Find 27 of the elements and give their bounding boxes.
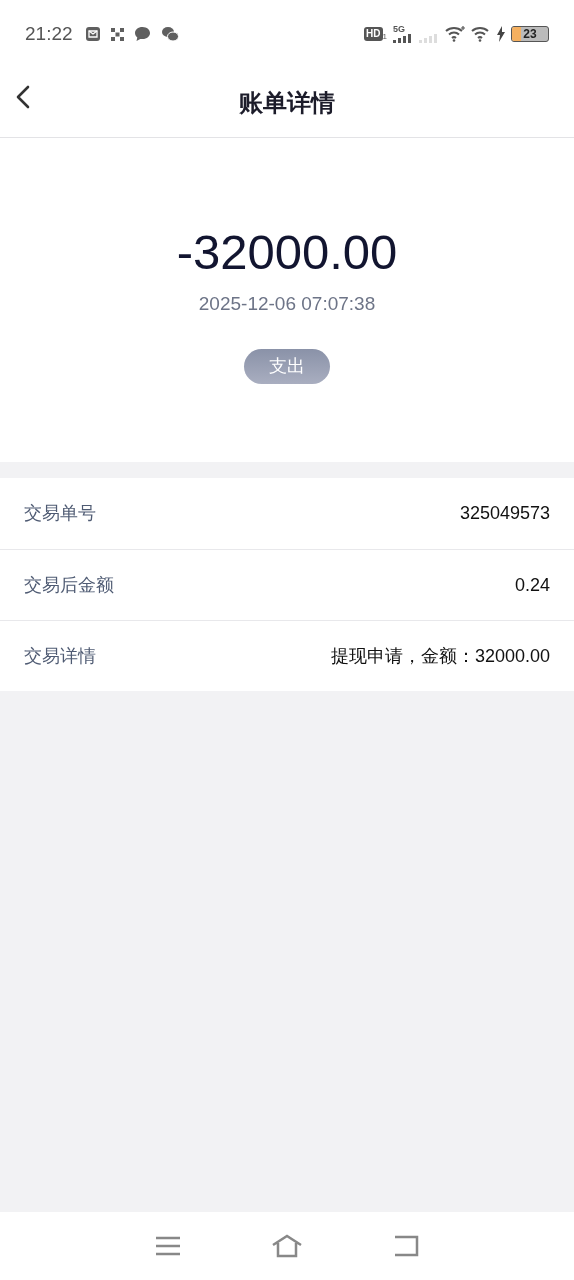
signal-icon <box>419 34 439 43</box>
detail-value: 325049573 <box>459 502 550 525</box>
battery-icon: 23 <box>511 26 549 42</box>
detail-value: 提现申请，金额：32000.00 <box>330 644 550 668</box>
wifi-icon <box>471 26 491 42</box>
home-icon[interactable] <box>271 1234 303 1258</box>
menu-icon[interactable] <box>155 1236 181 1256</box>
sim-slot-label: 1 <box>382 33 387 41</box>
page-title: 账单详情 <box>239 87 335 118</box>
detail-label: 交易单号 <box>24 502 96 525</box>
back-nav-icon[interactable] <box>393 1235 419 1257</box>
wifi-icon <box>445 26 465 42</box>
chat-pair-icon <box>160 26 179 42</box>
hd-badge: HD <box>364 27 383 41</box>
chat-bubble-icon <box>133 26 151 42</box>
grid-icon <box>110 27 124 41</box>
transaction-time: 2025-12-06 07:07:38 <box>198 292 376 316</box>
signal-icon <box>393 34 413 43</box>
network-label: 5G <box>393 25 405 34</box>
detail-label: 交易详情 <box>24 644 96 668</box>
mail-icon <box>84 26 101 42</box>
type-tag: 支出 <box>244 348 330 384</box>
detail-value: 0.24 <box>514 573 550 597</box>
amount: -32000.00 <box>176 224 398 281</box>
clock: 21:22 <box>25 21 73 46</box>
charging-icon <box>497 26 505 42</box>
detail-label: 交易后金额 <box>24 573 114 597</box>
